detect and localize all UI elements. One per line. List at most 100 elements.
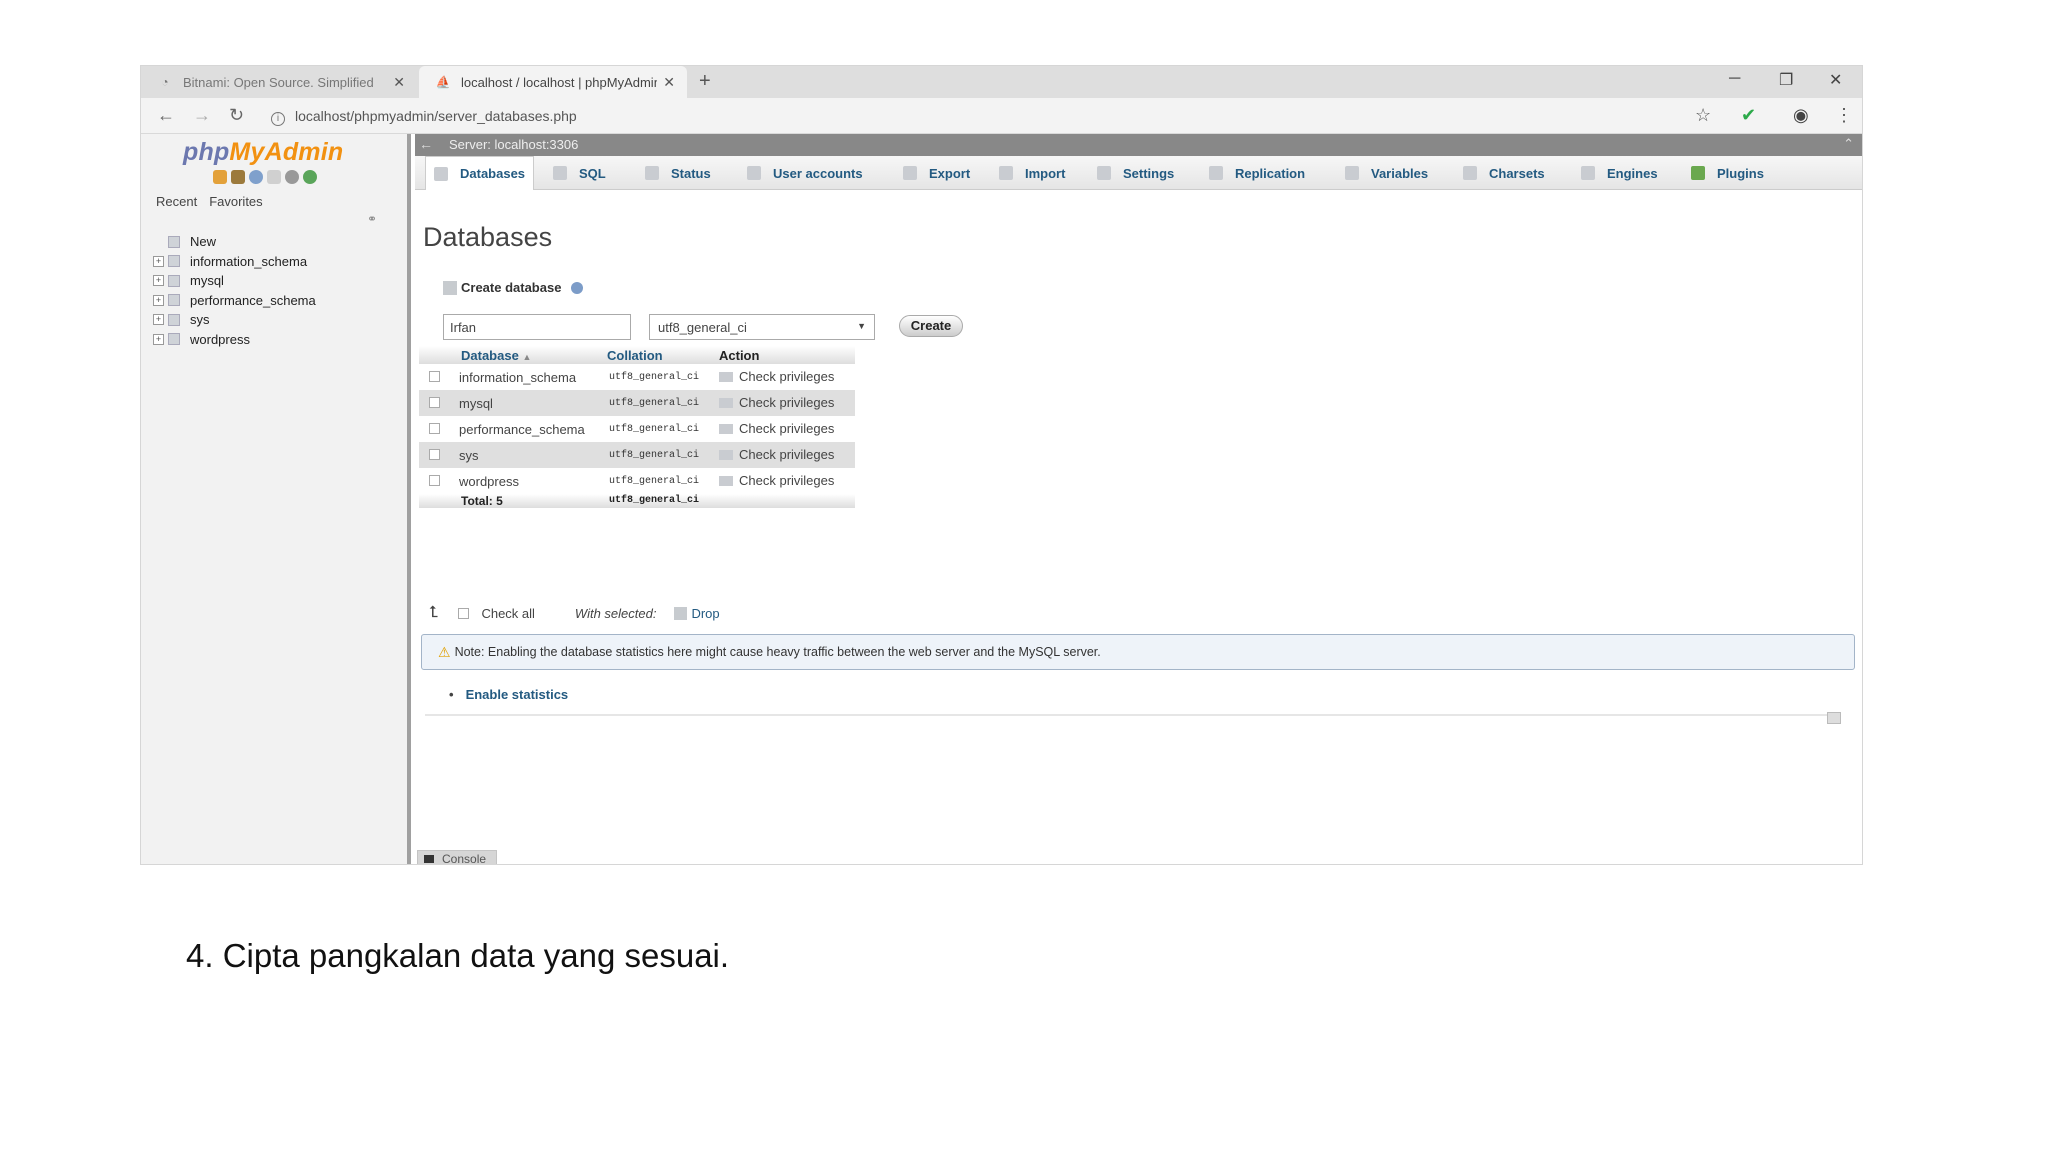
wrench-icon xyxy=(1097,166,1111,180)
tab-engines[interactable]: Engines xyxy=(1573,156,1666,190)
tree-item-sys[interactable]: + sys xyxy=(153,310,316,330)
reload-icon[interactable]: ↻ xyxy=(229,105,244,126)
row-checkbox[interactable] xyxy=(429,449,440,460)
tab-sql[interactable]: SQL xyxy=(545,156,614,190)
tree-item-performance-schema[interactable]: + performance_schema xyxy=(153,291,316,311)
action-label: Check privileges xyxy=(739,421,835,436)
close-tab-icon[interactable]: ✕ xyxy=(393,74,405,91)
enable-statistics-link[interactable]: • Enable statistics xyxy=(449,687,568,702)
check-privileges-link[interactable]: Check privileges xyxy=(719,369,834,384)
extension-check-icon[interactable]: ✔ xyxy=(1741,105,1756,126)
check-privileges-link[interactable]: Check privileges xyxy=(719,447,834,462)
url-field[interactable]: i localhost/phpmyadmin/server_databases.p… xyxy=(271,108,577,126)
profile-icon[interactable]: ◉ xyxy=(1793,105,1809,126)
tab-replication[interactable]: Replication xyxy=(1201,156,1313,190)
check-all-label[interactable]: Check all xyxy=(481,606,534,621)
row-checkbox[interactable] xyxy=(429,397,440,408)
row-checkbox[interactable] xyxy=(429,371,440,382)
row-checkbox[interactable] xyxy=(429,475,440,486)
database-name[interactable]: information_schema xyxy=(459,370,576,385)
server-link[interactable]: Server: localhost:3306 xyxy=(449,137,578,152)
collapse-top-icon[interactable]: ⌃ xyxy=(1843,136,1854,152)
database-name[interactable]: wordpress xyxy=(459,474,519,489)
collapse-nav-icon[interactable]: ← xyxy=(419,136,433,152)
browser-tab-bitnami[interactable]: ◔ Bitnami: Open Source. Simplified ✕ xyxy=(141,66,417,98)
top-menu: Databases SQL Status User accounts Expor… xyxy=(415,156,1862,190)
check-privileges-link[interactable]: Check privileges xyxy=(719,421,834,436)
database-name[interactable]: sys xyxy=(459,448,479,463)
create-button[interactable]: Create xyxy=(899,315,963,337)
tab-plugins[interactable]: Plugins xyxy=(1683,156,1772,190)
recent-link[interactable]: Recent xyxy=(156,194,197,209)
database-name[interactable]: mysql xyxy=(459,396,493,411)
warning-icon: ⚠ xyxy=(438,643,451,660)
back-icon[interactable]: ← xyxy=(157,105,175,126)
logo-my: My xyxy=(229,138,265,166)
check-all-checkbox[interactable] xyxy=(458,607,470,619)
reload-navigation-icon[interactable] xyxy=(303,170,317,184)
bookmark-star-icon[interactable]: ☆ xyxy=(1695,105,1711,126)
browser-tab-phpmyadmin[interactable]: ⛵ localhost / localhost | phpMyAdmin ✕ xyxy=(419,66,687,98)
tab-settings[interactable]: Settings xyxy=(1089,156,1182,190)
databases-table: Database ▲ Collation Action information_… xyxy=(419,346,855,508)
expand-icon[interactable]: + xyxy=(153,294,164,306)
minimize-icon[interactable]: ─ xyxy=(1729,70,1740,88)
table-row: sys utf8_general_ci Check privileges xyxy=(419,442,855,468)
help-icon[interactable] xyxy=(571,281,584,294)
tab-status[interactable]: Status xyxy=(637,156,719,190)
tab-charsets[interactable]: Charsets xyxy=(1455,156,1553,190)
check-privileges-link[interactable]: Check privileges xyxy=(719,473,834,488)
variables-icon xyxy=(1345,166,1359,180)
tab-user-accounts[interactable]: User accounts xyxy=(739,156,871,190)
info-icon[interactable]: i xyxy=(271,112,285,126)
tab-import[interactable]: Import xyxy=(991,156,1073,190)
check-privileges-link[interactable]: Check privileges xyxy=(719,395,834,410)
database-column-header[interactable]: Database ▲ xyxy=(461,348,531,363)
row-checkbox[interactable] xyxy=(429,423,440,434)
database-icon xyxy=(168,313,180,326)
database-collation: utf8_general_ci xyxy=(609,476,700,487)
close-window-icon[interactable]: ✕ xyxy=(1829,70,1842,90)
collation-column-header[interactable]: Collation xyxy=(607,348,663,363)
new-tab-icon[interactable]: + xyxy=(699,70,711,93)
tree-item-wordpress[interactable]: + wordpress xyxy=(153,330,316,350)
menu-dots-icon[interactable]: ⋮ xyxy=(1835,105,1853,126)
tree-item-mysql[interactable]: + mysql xyxy=(153,271,316,291)
privileges-icon xyxy=(719,371,733,382)
link-with-main-icon[interactable]: ⚭ xyxy=(367,212,377,226)
tab-databases[interactable]: Databases xyxy=(425,156,535,190)
logout-icon[interactable] xyxy=(231,170,245,184)
forward-icon[interactable]: → xyxy=(193,105,211,126)
help-icon[interactable] xyxy=(249,170,263,184)
notice-text: Note: Enabling the database statistics h… xyxy=(454,645,1101,659)
database-name[interactable]: performance_schema xyxy=(459,422,585,437)
database-name-input[interactable] xyxy=(443,314,631,340)
tree-item-information-schema[interactable]: + information_schema xyxy=(153,252,316,272)
privileges-icon xyxy=(719,397,733,408)
drop-button[interactable]: Drop xyxy=(674,606,720,621)
tab-label: Status xyxy=(671,165,711,181)
scroll-to-top-icon[interactable] xyxy=(1827,712,1841,724)
expand-icon[interactable]: + xyxy=(153,255,164,267)
tab-variables[interactable]: Variables xyxy=(1337,156,1436,190)
tab-label: Plugins xyxy=(1717,165,1764,181)
collation-select[interactable]: utf8_general_ci ▼ xyxy=(649,314,875,340)
close-tab-icon[interactable]: ✕ xyxy=(663,74,675,91)
create-database-heading: Create database xyxy=(443,280,584,295)
favorites-link[interactable]: Favorites xyxy=(209,194,262,209)
charsets-icon xyxy=(1463,166,1477,180)
phpmyadmin-logo[interactable]: phpMyAdmin xyxy=(183,138,343,167)
expand-icon[interactable]: + xyxy=(153,333,164,345)
tree-item-new[interactable]: New xyxy=(153,232,316,252)
server-breadcrumb: ← Server: localhost:3306 ⌃ xyxy=(415,134,1862,156)
expand-icon[interactable]: + xyxy=(153,314,164,326)
tab-export[interactable]: Export xyxy=(895,156,978,190)
expand-icon[interactable]: + xyxy=(153,275,164,287)
tab-label: Charsets xyxy=(1489,165,1545,181)
restore-icon[interactable]: ❐ xyxy=(1779,70,1793,90)
table-row: information_schema utf8_general_ci Check… xyxy=(419,364,855,390)
console-toggle[interactable]: Console xyxy=(417,850,497,864)
settings-icon[interactable] xyxy=(285,170,299,184)
docs-icon[interactable] xyxy=(267,170,281,184)
home-icon[interactable] xyxy=(213,170,227,184)
